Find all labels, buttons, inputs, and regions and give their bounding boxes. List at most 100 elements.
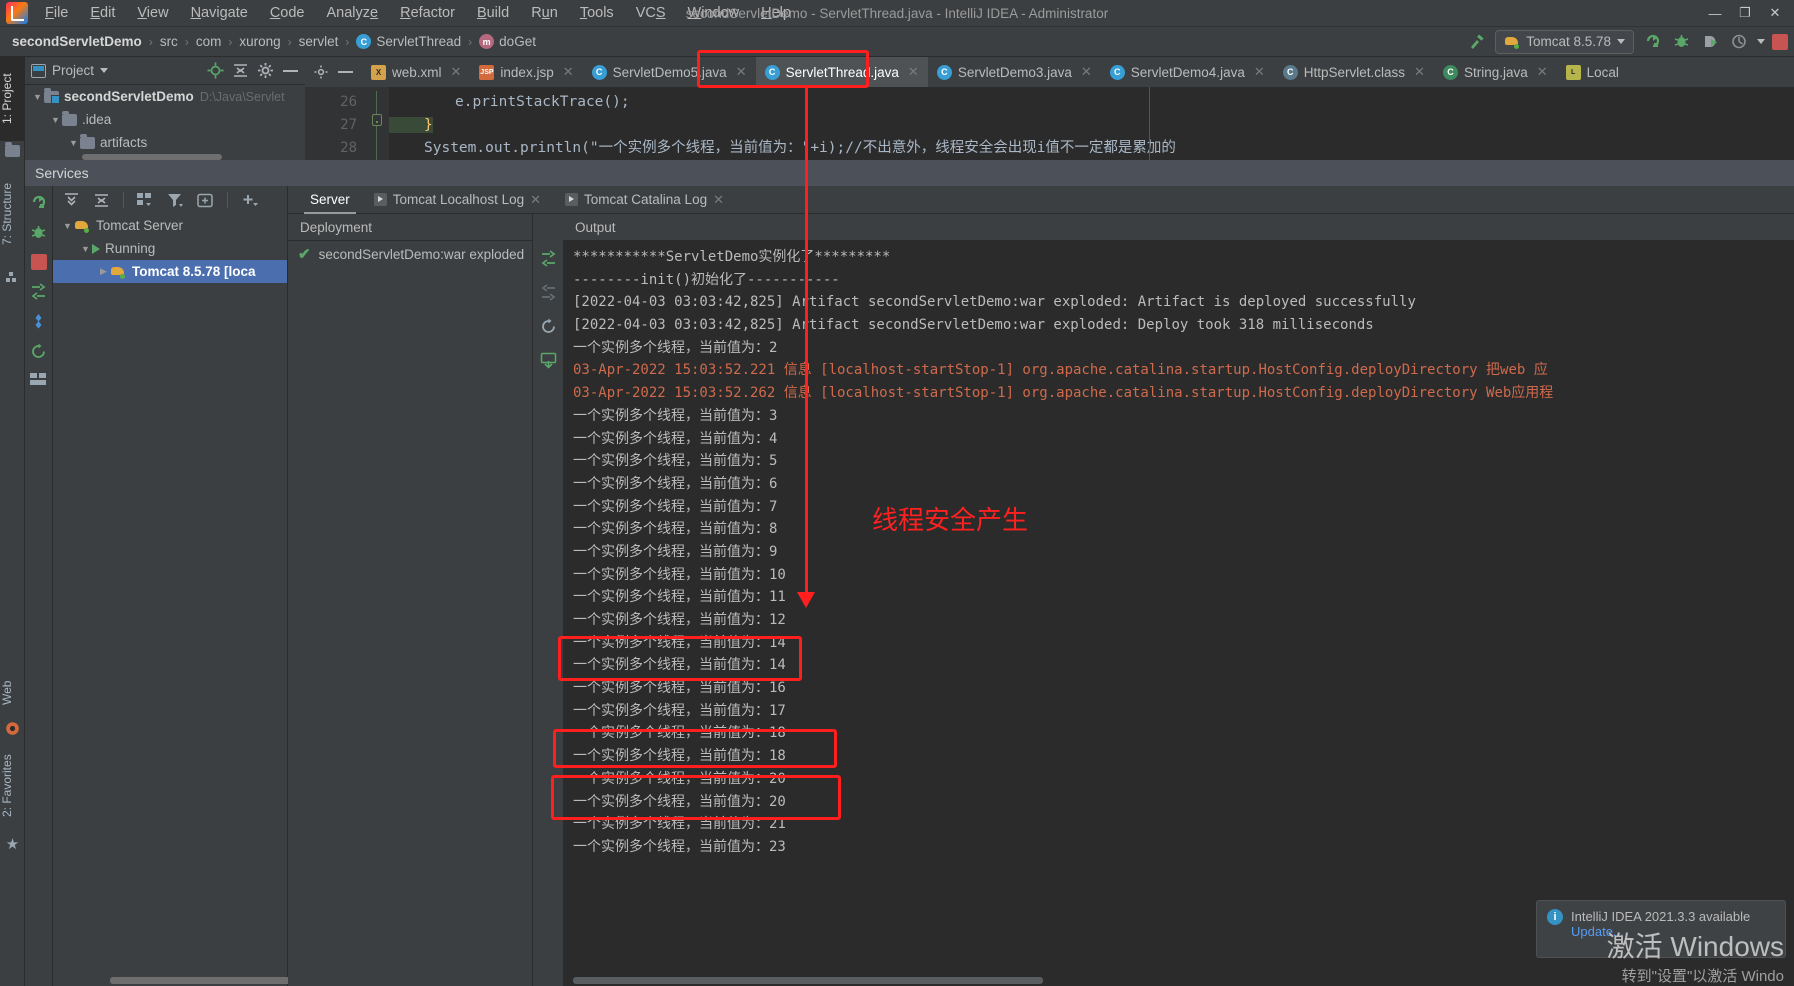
menu-analyze[interactable]: Analyze (316, 2, 390, 24)
rerun-icon[interactable] (30, 194, 47, 211)
chevron-down-icon[interactable]: ▼ (61, 221, 74, 231)
stop-icon[interactable] (1772, 33, 1788, 50)
maximize-button[interactable]: ❐ (1730, 2, 1760, 24)
sidebar-item-web[interactable]: Web (0, 670, 25, 716)
tab-server[interactable]: Server (298, 186, 362, 214)
sidebar-item-favorites[interactable]: 2: Favorites (0, 740, 25, 832)
chevron-down-icon[interactable]: ▼ (67, 138, 80, 148)
menu-navigate[interactable]: Navigate (180, 2, 259, 24)
breadcrumb-method[interactable]: m doGet (479, 34, 536, 49)
tree-row[interactable]: ▼ .idea (25, 108, 305, 131)
menu-run[interactable]: Run (520, 2, 569, 24)
breadcrumb-servlet[interactable]: servlet (299, 34, 339, 49)
close-icon[interactable]: ✕ (736, 64, 747, 80)
tree-row[interactable]: ▼ secondServletDemo D:\Java\Servlet (25, 85, 305, 108)
rerun-icon[interactable] (1641, 31, 1663, 53)
services-tree-horizontal-scrollbar[interactable] (110, 977, 300, 984)
build-hammer-icon[interactable] (1466, 31, 1488, 53)
tab-servletdemo3[interactable]: C ServletDemo3.java ✕ (928, 57, 1101, 87)
menu-help[interactable]: Help (750, 2, 802, 24)
menu-build[interactable]: Build (466, 2, 520, 24)
tab-index-jsp[interactable]: JSP index.jsp ✕ (470, 57, 582, 87)
tree-row[interactable]: ▼ artifacts (25, 131, 305, 154)
tab-servletthread[interactable]: C ServletThread.java ✕ (755, 57, 928, 87)
close-icon[interactable]: ✕ (1081, 64, 1092, 80)
deploy-icon[interactable] (30, 283, 47, 300)
close-button[interactable]: ✕ (1760, 2, 1790, 24)
chevron-down-icon[interactable] (100, 68, 109, 73)
close-icon[interactable]: ✕ (908, 64, 919, 80)
expand-all-icon[interactable] (63, 192, 80, 209)
services-group-icon[interactable] (30, 373, 47, 385)
code-editor[interactable]: 26 27 28 e.printStackTrace(); } System.o… (305, 87, 1794, 160)
chevron-down-icon[interactable]: ▼ (31, 92, 44, 102)
chevron-down-icon[interactable]: ▼ (49, 115, 62, 125)
tab-httpservlet-class[interactable]: C HttpServlet.class ✕ (1274, 57, 1434, 87)
menu-view[interactable]: View (126, 2, 179, 24)
tab-servletdemo4[interactable]: C ServletDemo4.java ✕ (1101, 57, 1274, 87)
run-configuration-selector[interactable]: Tomcat 8.5.78 (1495, 29, 1634, 54)
deploy-to-server-icon[interactable] (540, 352, 557, 369)
breadcrumb-xurong[interactable]: xurong (239, 34, 280, 49)
web-globe-icon[interactable] (0, 716, 25, 740)
breadcrumb-com[interactable]: com (196, 34, 222, 49)
sidebar-item-structure[interactable]: 7: Structure (0, 161, 25, 267)
undeploy-icon[interactable] (540, 284, 557, 301)
hide-icon[interactable] (338, 70, 353, 74)
debug-icon[interactable] (1670, 31, 1692, 53)
services-tree-node-tomcat-server[interactable]: ▼ Tomcat Server (53, 214, 287, 237)
hide-icon[interactable] (282, 68, 299, 73)
breadcrumb-project[interactable]: secondServletDemo (12, 34, 142, 49)
menu-refactor[interactable]: Refactor (389, 2, 466, 24)
tab-tomcat-catalina-log[interactable]: Tomcat Catalina Log ✕ (553, 186, 736, 214)
group-by-icon[interactable] (137, 192, 154, 208)
tab-string-java[interactable]: C String.java ✕ (1434, 57, 1557, 87)
filter-icon[interactable] (167, 193, 184, 208)
menu-window[interactable]: Window (677, 2, 751, 24)
menu-edit[interactable]: Edit (79, 2, 126, 24)
console-horizontal-scrollbar[interactable] (573, 977, 1043, 984)
code-folding-gutter[interactable] (367, 87, 389, 160)
tab-servletdemo5[interactable]: C ServletDemo5.java ✕ (583, 57, 756, 87)
add-service-icon[interactable] (241, 193, 258, 208)
minimize-button[interactable]: — (1700, 2, 1730, 24)
redeploy-icon[interactable] (540, 318, 557, 335)
menu-code[interactable]: Code (259, 2, 316, 24)
menu-file[interactable]: File (34, 2, 79, 24)
settings-small-icon[interactable] (314, 65, 328, 79)
profiler-icon[interactable] (1728, 31, 1750, 53)
collapse-all-icon[interactable] (93, 192, 110, 209)
close-icon[interactable]: ✕ (563, 64, 574, 80)
menu-vcs[interactable]: VCS (625, 2, 677, 24)
star-icon[interactable]: ★ (0, 832, 25, 856)
services-filter-icon[interactable] (30, 313, 47, 330)
close-icon[interactable]: ✕ (1414, 64, 1425, 80)
restart-icon[interactable] (30, 343, 47, 360)
menu-tools[interactable]: Tools (569, 2, 625, 24)
services-tree-node-tomcat-instance[interactable]: ▶ Tomcat 8.5.78 [loca (53, 260, 287, 283)
close-icon[interactable]: ✕ (530, 192, 541, 208)
collapse-all-icon[interactable] (232, 62, 249, 79)
breadcrumb-src[interactable]: src (160, 34, 178, 49)
chevron-down-icon[interactable] (1757, 39, 1765, 44)
chevron-right-icon[interactable]: ▶ (97, 266, 110, 277)
close-icon[interactable]: ✕ (713, 192, 724, 208)
run-with-coverage-icon[interactable] (1699, 31, 1721, 53)
close-icon[interactable]: ✕ (1254, 64, 1265, 80)
structure-icon[interactable] (0, 267, 24, 287)
folder-icon[interactable] (0, 141, 24, 161)
stop-icon[interactable] (30, 254, 47, 270)
sidebar-item-project[interactable]: 1: Project (0, 57, 25, 141)
gear-icon[interactable] (257, 62, 274, 79)
tab-web-xml[interactable]: X web.xml ✕ (362, 57, 470, 87)
breadcrumb-class[interactable]: C ServletThread (356, 34, 461, 49)
tab-local[interactable]: L Local (1557, 57, 1628, 87)
locate-icon[interactable] (207, 62, 224, 79)
services-tree-node-running[interactable]: ▼ Running (53, 237, 287, 260)
debug-icon[interactable] (30, 224, 47, 241)
close-icon[interactable]: ✕ (1537, 64, 1548, 80)
deployment-item[interactable]: ✔ secondServletDemo:war exploded (288, 241, 532, 267)
add-tab-icon[interactable] (197, 193, 214, 208)
tab-tomcat-localhost-log[interactable]: Tomcat Localhost Log ✕ (362, 186, 553, 214)
chevron-down-icon[interactable]: ▼ (79, 244, 92, 254)
